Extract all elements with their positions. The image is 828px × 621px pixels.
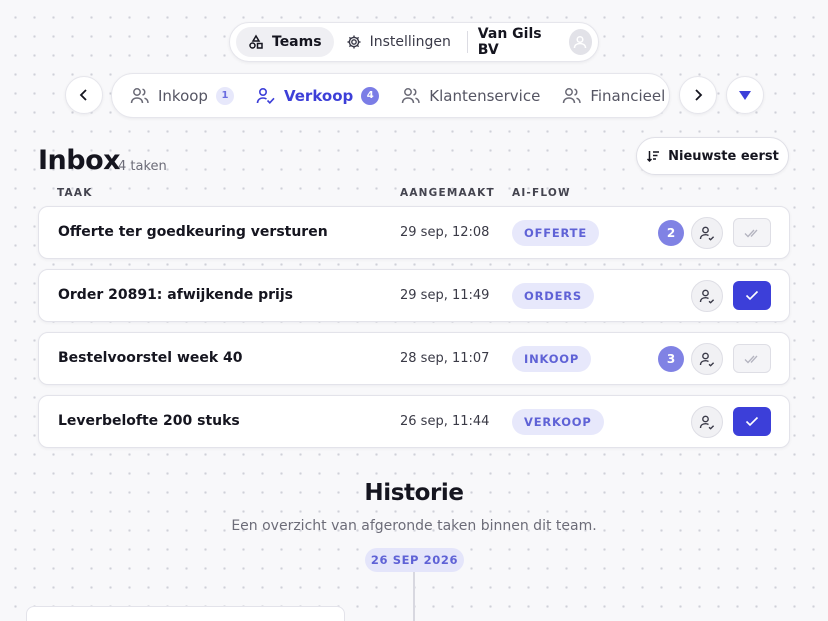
gear-icon [347, 35, 361, 49]
item-count-badge: 3 [658, 346, 684, 372]
team-tab-label: Verkoop [283, 86, 354, 105]
team-task-count: 4 [361, 86, 380, 105]
flow-tag: VERKOOP [512, 409, 604, 435]
settings-nav-button[interactable]: Instellingen [334, 27, 463, 57]
task-created: 29 sep, 11:49 [400, 288, 490, 303]
double-check-icon [744, 229, 758, 237]
inbox-task-count: 4 taken [118, 159, 167, 174]
history-title: Historie [364, 480, 464, 506]
chevron-right-icon [695, 89, 703, 101]
approve-button[interactable] [733, 344, 771, 373]
double-check-icon [744, 355, 758, 363]
table-row[interactable]: Offerte ter goedkeuring versturen 29 sep… [38, 206, 790, 259]
item-count-badge: 2 [658, 220, 684, 246]
user-check-icon [256, 87, 275, 104]
team-tab-label: Inkoop [158, 86, 208, 105]
timeline-line [413, 572, 415, 621]
users-icon [130, 87, 149, 103]
settings-nav-label: Instellingen [369, 34, 451, 50]
sort-label: Nieuwste eerst [668, 148, 779, 164]
user-assign-icon [699, 415, 715, 430]
team-tab-label: Klantenservice [429, 86, 541, 105]
task-created: 29 sep, 12:08 [400, 225, 490, 240]
table-row[interactable]: Order 20891: afwijkende prijs 29 sep, 11… [38, 269, 790, 322]
nav-divider [466, 31, 468, 53]
task-created: 28 sep, 11:07 [400, 351, 490, 366]
team-tab-label: Financieel [590, 86, 666, 105]
team-tab-inkoop[interactable]: Inkoop 1 [130, 86, 234, 105]
assign-button[interactable] [691, 343, 723, 375]
assign-button[interactable] [691, 280, 723, 312]
history-card[interactable] [26, 606, 345, 621]
top-navigation: Teams Instellingen Van Gils BV [229, 22, 599, 62]
table-row[interactable]: Bestelvoorstel week 40 28 sep, 11:07 INK… [38, 332, 790, 385]
inbox-title: Inbox [38, 145, 121, 176]
user-assign-icon [699, 352, 715, 367]
flow-tag: INKOOP [512, 346, 592, 372]
team-dropdown-button[interactable] [726, 76, 764, 114]
company-name[interactable]: Van Gils BV [478, 26, 559, 58]
prev-team-button[interactable] [65, 76, 103, 114]
column-header-created[interactable]: AANGEMAAKT [400, 187, 495, 199]
column-header-flow[interactable]: AI-FLOW [512, 187, 571, 199]
team-tabs: Inkoop 1 Verkoop 4 Klantenservice Financ… [111, 73, 670, 118]
task-created: 26 sep, 11:44 [400, 414, 490, 429]
teams-nav-button[interactable]: Teams [236, 27, 334, 57]
users-icon [563, 87, 582, 103]
shapes-icon [249, 34, 263, 49]
check-icon [745, 290, 759, 301]
task-title: Bestelvoorstel week 40 [58, 350, 243, 366]
assign-button[interactable] [691, 406, 723, 438]
sort-button[interactable]: Nieuwste eerst [636, 137, 789, 175]
user-assign-icon [699, 226, 715, 241]
team-task-count: 1 [215, 86, 234, 105]
flow-tag: ORDERS [512, 283, 594, 309]
approve-button[interactable] [733, 281, 771, 310]
history-date-label: 26 SEP 2026 [365, 548, 464, 572]
team-tab-verkoop[interactable]: Verkoop 4 [256, 86, 380, 105]
flow-tag: OFFERTE [512, 220, 599, 246]
chevron-left-icon [79, 89, 87, 101]
avatar[interactable] [568, 29, 592, 55]
users-icon [402, 87, 420, 103]
task-title: Offerte ter goedkeuring versturen [58, 224, 328, 240]
triangle-down-icon [739, 91, 751, 100]
task-title: Leverbelofte 200 stuks [58, 413, 240, 429]
sort-descending-icon [647, 151, 660, 163]
approve-button[interactable] [733, 407, 771, 436]
approve-button[interactable] [733, 218, 771, 247]
next-team-button[interactable] [679, 76, 717, 114]
user-icon [574, 35, 587, 49]
team-tab-klantenservice[interactable]: Klantenservice [401, 87, 540, 105]
team-tab-financieel[interactable]: Financieel [562, 87, 665, 105]
teams-nav-label: Teams [272, 34, 322, 50]
user-assign-icon [699, 289, 715, 304]
column-header-task[interactable]: TAAK [57, 187, 93, 199]
check-icon [745, 416, 759, 427]
table-row[interactable]: Leverbelofte 200 stuks 26 sep, 11:44 VER… [38, 395, 790, 448]
task-title: Order 20891: afwijkende prijs [58, 287, 293, 303]
history-subtitle: Een overzicht van afgeronde taken binnen… [231, 518, 597, 534]
assign-button[interactable] [691, 217, 723, 249]
